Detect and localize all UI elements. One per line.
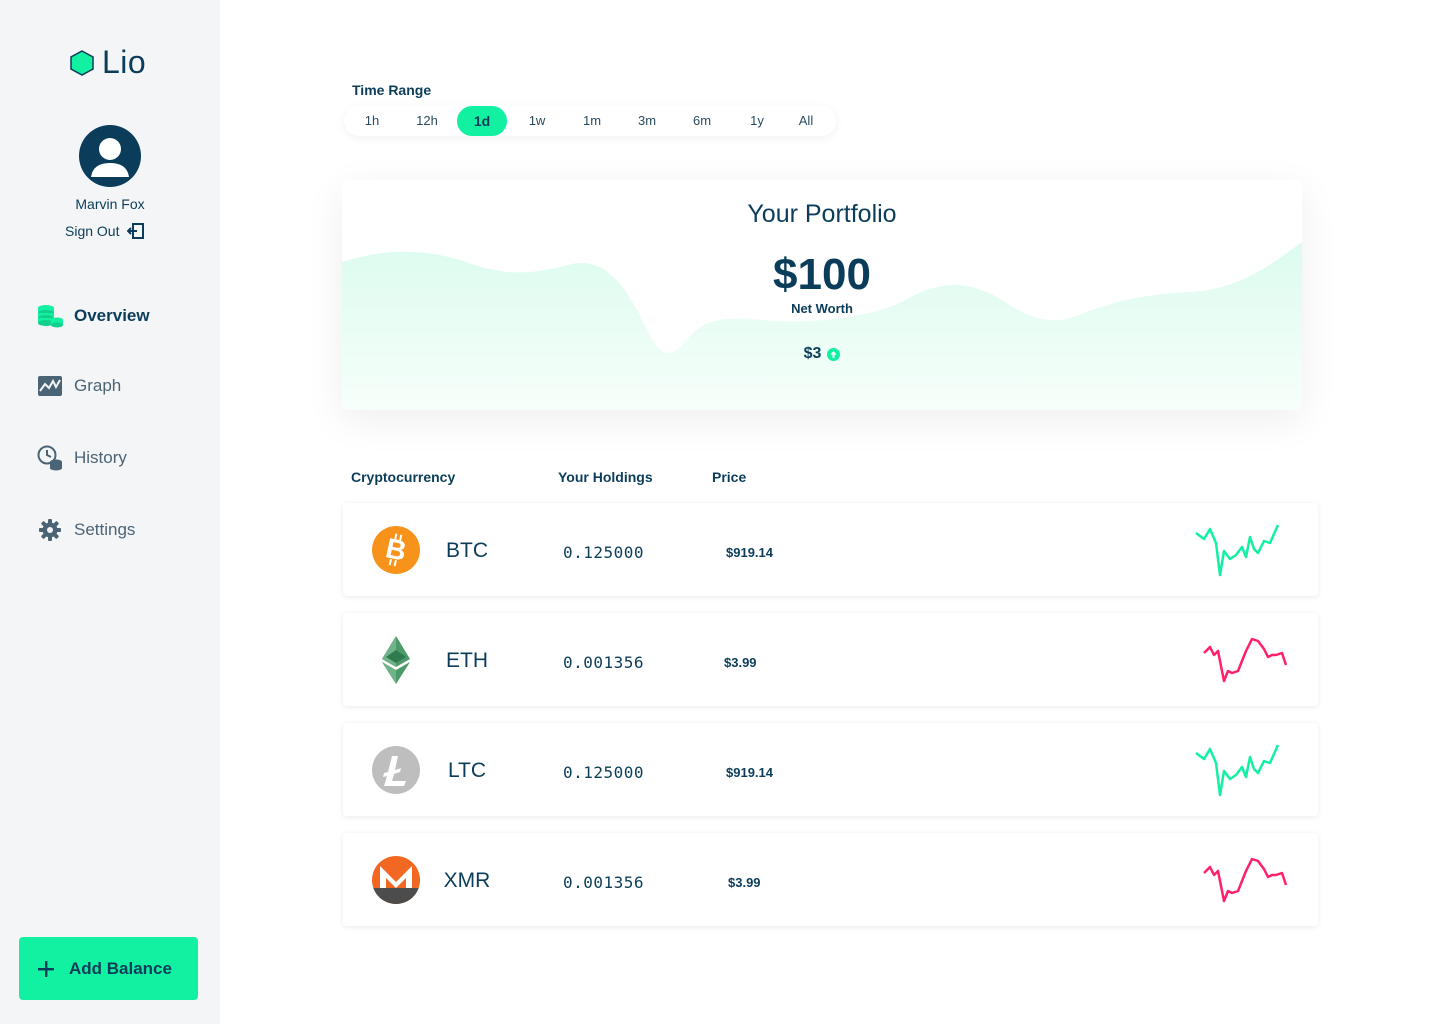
coin-symbol: XMR xyxy=(443,869,491,892)
coins-stack-icon xyxy=(36,302,64,330)
sparkline-trend-up xyxy=(1195,744,1280,797)
sidebar-item-settings[interactable]: Settings xyxy=(36,516,135,544)
litecoin-icon xyxy=(372,746,420,794)
time-range-option-12h[interactable]: 12h xyxy=(402,106,452,136)
net-worth-label: Net Worth xyxy=(791,301,853,316)
sign-out-button[interactable]: Sign Out xyxy=(65,222,145,240)
add-balance-button[interactable]: Add Balance xyxy=(19,937,198,1000)
time-range-option-6m[interactable]: 6m xyxy=(677,106,727,136)
coin-symbol: ETH xyxy=(446,649,488,672)
ethereum-icon xyxy=(382,636,410,684)
arrow-up-circle-icon xyxy=(827,347,841,361)
hexagon-logo-icon xyxy=(70,49,94,76)
time-range-option-3m[interactable]: 3m xyxy=(622,106,672,136)
time-range-option-1d[interactable]: 1d xyxy=(457,106,507,136)
sparkline-trend-up xyxy=(1195,524,1280,577)
coin-price: $3.99 xyxy=(724,655,757,670)
avatar[interactable] xyxy=(79,125,141,187)
monero-icon xyxy=(372,856,420,904)
table-row[interactable]: ETH 0.001356 $3.99 xyxy=(343,613,1318,706)
sidebar-item-history[interactable]: History xyxy=(36,444,127,472)
sparkline-trend-down xyxy=(1203,637,1288,683)
sidebar-item-overview[interactable]: Overview xyxy=(36,302,150,330)
plus-icon xyxy=(38,960,54,977)
portfolio-card: Your Portfolio $100 Net Worth $3 xyxy=(342,180,1302,410)
time-range-option-1y[interactable]: 1y xyxy=(732,106,782,136)
portfolio-title: Your Portfolio xyxy=(747,200,897,228)
sidebar-item-label: Settings xyxy=(74,520,136,539)
time-range-selector: 1h 12h 1d 1w 1m 3m 6m 1y All xyxy=(344,106,836,136)
coin-holdings: 0.001356 xyxy=(563,653,645,672)
time-range-option-1h[interactable]: 1h xyxy=(347,106,397,136)
column-header-cryptocurrency: Cryptocurrency xyxy=(351,469,456,485)
bitcoin-icon: B xyxy=(372,526,420,574)
sidebar-item-label: Graph xyxy=(74,376,122,395)
time-range-option-1w[interactable]: 1w xyxy=(512,106,562,136)
coin-holdings: 0.001356 xyxy=(563,873,645,892)
coin-holdings: 0.125000 xyxy=(563,763,645,782)
user-icon xyxy=(91,138,129,177)
column-header-holdings: Your Holdings xyxy=(558,469,653,485)
coin-price: $919.14 xyxy=(726,765,773,780)
sparkline-trend-down xyxy=(1203,857,1288,903)
user-name: Marvin Fox xyxy=(75,196,145,212)
sidebar: Lio Marvin Fox Sign Out Overview Graph H… xyxy=(0,0,220,1024)
table-row[interactable]: XMR 0.001356 $3.99 xyxy=(343,833,1318,926)
sidebar-item-graph[interactable]: Graph xyxy=(36,372,121,400)
add-balance-label: Add Balance xyxy=(69,958,172,978)
app-name: Lio xyxy=(102,44,147,80)
table-row[interactable]: LTC 0.125000 $919.14 xyxy=(343,723,1318,816)
portfolio-change-value: $3 xyxy=(803,345,822,362)
chart-icon xyxy=(36,372,64,400)
time-range-option-all[interactable]: All xyxy=(781,106,831,136)
coin-price: $919.14 xyxy=(726,545,773,560)
column-header-price: Price xyxy=(712,469,747,485)
coins-history-icon xyxy=(36,444,64,472)
table-row[interactable]: B BTC 0.125000 $919.14 xyxy=(343,503,1318,596)
coin-symbol: LTC xyxy=(447,759,487,782)
sign-out-label: Sign Out xyxy=(65,223,120,239)
time-range-label: Time Range xyxy=(352,82,432,98)
logout-icon xyxy=(127,223,145,239)
sidebar-item-label: History xyxy=(74,448,127,467)
net-worth-value: $100 xyxy=(773,250,871,299)
gear-icon xyxy=(36,516,64,544)
coin-holdings: 0.125000 xyxy=(563,543,645,562)
time-range-option-1m[interactable]: 1m xyxy=(567,106,617,136)
app-logo[interactable]: Lio xyxy=(70,44,146,81)
coin-symbol: BTC xyxy=(446,539,488,562)
coin-price: $3.99 xyxy=(728,875,761,890)
portfolio-change: $3 xyxy=(342,345,1302,363)
sidebar-item-label: Overview xyxy=(74,306,150,325)
